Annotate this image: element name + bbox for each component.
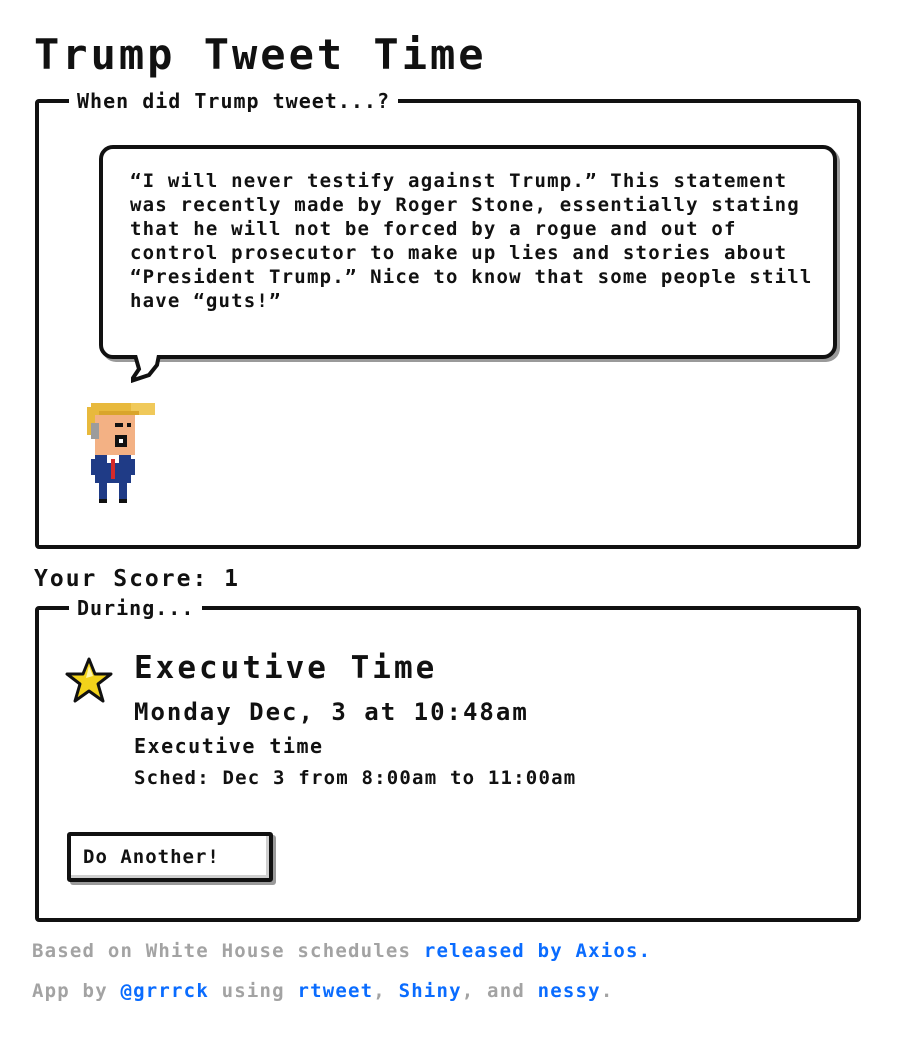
author-link[interactable]: @grrrck	[120, 980, 208, 1002]
result-description: Executive time	[134, 734, 324, 758]
shiny-link[interactable]: Shiny	[399, 980, 462, 1002]
footer-text: App by	[32, 980, 121, 1002]
footer-credits-app: App by @grrrck using rtweet, Shiny, and …	[32, 980, 613, 1002]
tweet-text: “I will never testify against Trump.” Th…	[130, 170, 813, 312]
tweet-speech-bubble: “I will never testify against Trump.” Th…	[99, 145, 837, 359]
speech-bubble-tail	[131, 355, 161, 383]
result-schedule: Sched: Dec 3 from 8:00am to 11:00am	[134, 767, 577, 789]
page-title: Trump Tweet Time	[34, 30, 487, 79]
star-icon	[65, 657, 113, 703]
nessy-link[interactable]: nessy	[538, 980, 601, 1002]
quiz-panel: When did Trump tweet...? “I will never t…	[35, 89, 861, 549]
footer-text: Based on White House schedules	[32, 940, 424, 962]
result-datetime: Monday Dec, 3 at 10:48am	[134, 698, 529, 726]
result-title: Executive Time	[134, 650, 438, 686]
footer-credits-schedule: Based on White House schedules released …	[32, 940, 651, 962]
footer-text: .	[600, 980, 614, 1002]
score-display: Your Score: 1	[34, 566, 241, 592]
do-another-button[interactable]: Do Another!	[67, 832, 273, 882]
axios-link[interactable]: released by Axios.	[424, 940, 652, 962]
trump-avatar-icon	[87, 403, 155, 503]
rtweet-link[interactable]: rtweet	[297, 980, 373, 1002]
result-panel: During... Executive Time Monday Dec, 3 a…	[35, 596, 861, 922]
footer-text: ,	[373, 980, 399, 1002]
footer-text: , and	[461, 980, 538, 1002]
quiz-legend: When did Trump tweet...?	[69, 89, 398, 113]
result-legend: During...	[69, 596, 203, 620]
footer-text: using	[208, 980, 298, 1002]
